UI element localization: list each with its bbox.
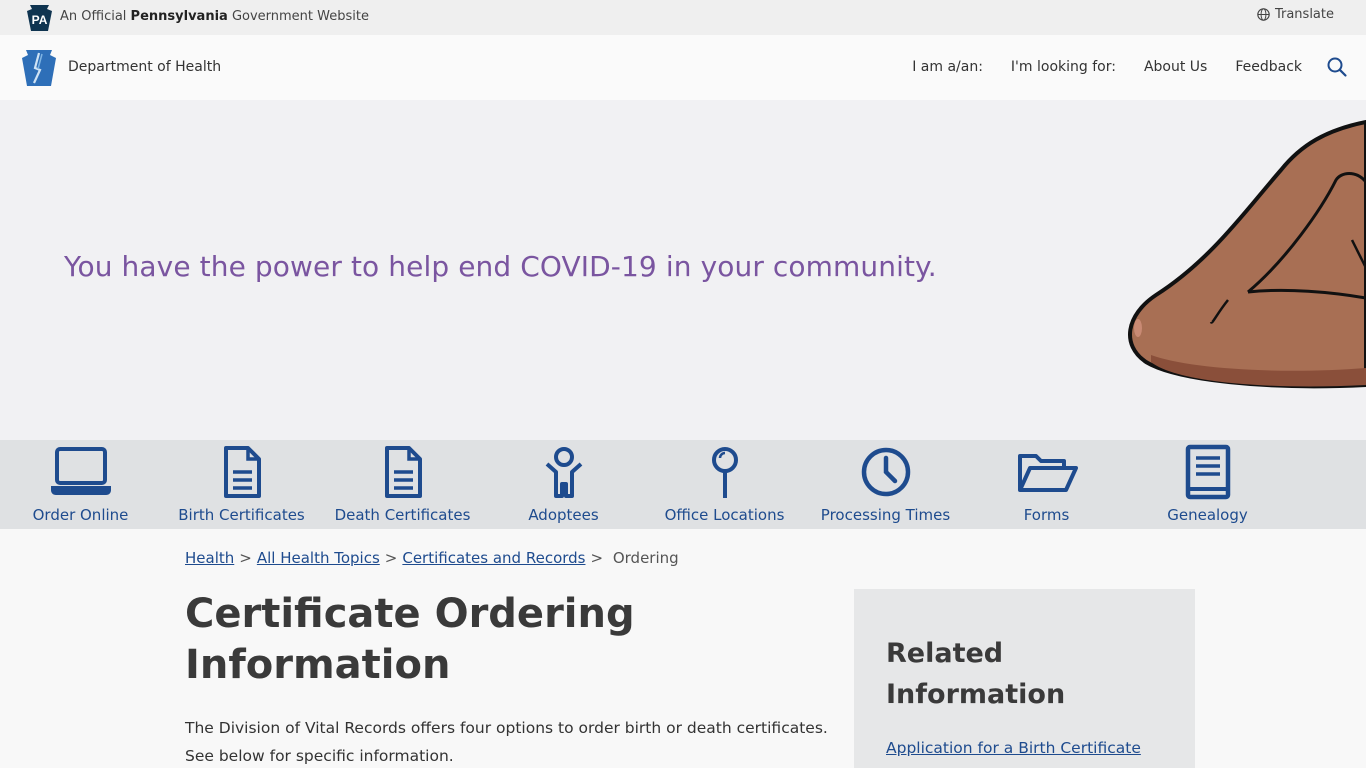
quicklink-genealogy[interactable]: Genealogy [1127, 440, 1288, 529]
related-information-title: Related Information [886, 638, 1066, 710]
breadcrumb-all-health-topics[interactable]: All Health Topics [257, 549, 380, 567]
nav-about-us[interactable]: About Us [1144, 59, 1207, 75]
svg-text:PA: PA [32, 13, 48, 27]
nav-looking-for[interactable]: I'm looking for: [1011, 59, 1116, 75]
document-icon [384, 446, 422, 498]
page-title: Certificate Ordering Information [185, 591, 635, 688]
hero-headline: You have the power to help end COVID-19 … [64, 250, 937, 283]
quicklink-order-online[interactable]: Order Online [0, 440, 161, 529]
quicklinks-bar: Order Online Birth Certificates Death Ce… [0, 440, 1366, 529]
quicklink-label: Genealogy [1167, 506, 1248, 524]
quicklink-office-locations[interactable]: Office Locations [644, 440, 805, 529]
quicklink-death-certificates[interactable]: Death Certificates [322, 440, 483, 529]
nav-i-am[interactable]: I am a/an: [912, 59, 983, 75]
related-information-panel: Related Information Application for a Bi… [854, 589, 1195, 768]
document-icon [223, 446, 261, 498]
breadcrumb-health[interactable]: Health [185, 549, 234, 567]
breadcrumb-separator: > [384, 549, 398, 567]
pa-keystone-badge: PA [27, 5, 52, 31]
breadcrumb: Health > All Health Topics > Certificates an… [185, 549, 679, 567]
flexed-arm-illustration [1128, 119, 1366, 389]
quicklink-processing-times[interactable]: Processing Times [805, 440, 966, 529]
nav-feedback[interactable]: Feedback [1235, 59, 1302, 75]
breadcrumb-current: Ordering [612, 549, 679, 567]
translate-button[interactable]: Translate [1257, 7, 1334, 22]
quicklink-label: Adoptees [528, 506, 599, 524]
quicklink-label: Order Online [32, 506, 129, 524]
breadcrumb-separator: > [590, 549, 608, 567]
department-name[interactable]: Department of Health [68, 59, 221, 75]
main-nav: I am a/an: I'm looking for: About Us Fee… [912, 59, 1302, 75]
quicklink-forms[interactable]: Forms [966, 440, 1127, 529]
folder-open-icon [1017, 454, 1078, 492]
pa-keystone-logo[interactable] [22, 50, 56, 86]
site-header: Department of Health I am a/an: I'm look… [0, 35, 1366, 100]
official-site-bar: PA An Official Pennsylvania Government W… [0, 0, 1366, 35]
quicklink-label: Birth Certificates [178, 506, 305, 524]
breadcrumb-separator: > [239, 549, 252, 567]
birth-certificate-application-link[interactable]: Application for a Birth Certificate [886, 739, 1141, 757]
translate-label: Translate [1274, 7, 1334, 22]
quicklink-label: Death Certificates [334, 506, 471, 524]
hero-banner: You have the power to help end COVID-19 … [0, 100, 1366, 440]
quicklink-birth-certificates[interactable]: Birth Certificates [161, 440, 322, 529]
quicklink-label: Office Locations [664, 506, 785, 524]
breadcrumb-certificates-and-records[interactable]: Certificates and Records [402, 549, 585, 567]
quicklink-label: Processing Times [820, 506, 951, 524]
person-icon [545, 447, 582, 498]
globe-icon [1257, 8, 1270, 21]
official-site-text: An Official Pennsylvania Government Webs… [60, 9, 369, 24]
intro-paragraph: The Division of Vital Records offers fou… [185, 719, 828, 765]
clock-icon [861, 447, 910, 497]
quicklink-adoptees[interactable]: Adoptees [483, 440, 644, 529]
laptop-icon [50, 447, 111, 495]
map-pin-icon [711, 447, 738, 498]
book-icon [1185, 444, 1230, 500]
quicklink-label: Forms [1023, 506, 1070, 524]
search-icon[interactable] [1326, 56, 1348, 78]
